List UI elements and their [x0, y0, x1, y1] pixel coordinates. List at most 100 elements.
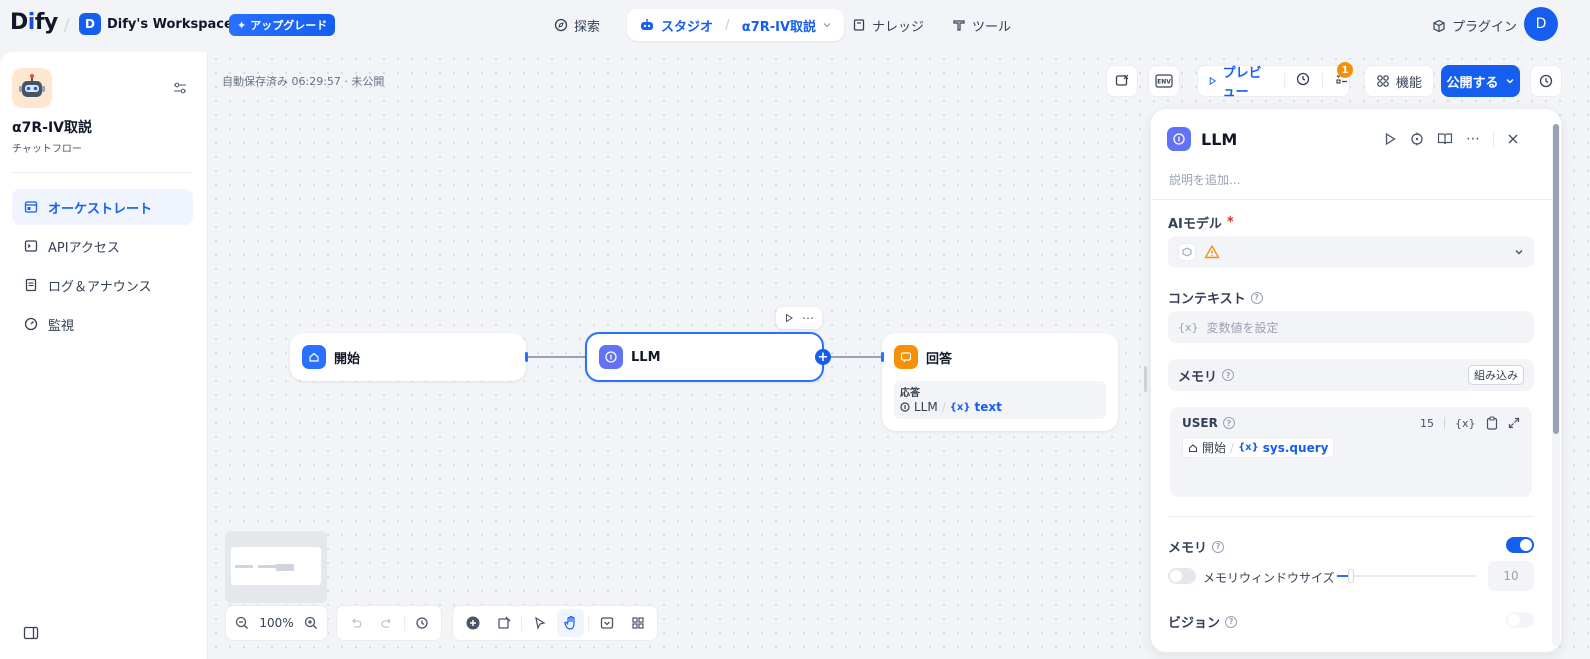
- node-answer[interactable]: 回答 応答 LLM / {x} text: [881, 333, 1118, 431]
- more-icon[interactable]: ⋯: [1466, 132, 1480, 146]
- help-icon[interactable]: ?: [1222, 417, 1235, 429]
- memory-toggle[interactable]: [1506, 537, 1534, 553]
- export-image-button[interactable]: [593, 609, 620, 637]
- play-icon[interactable]: [784, 313, 794, 323]
- minimap[interactable]: [225, 531, 327, 603]
- answer-output-variable[interactable]: LLM / {x} text: [900, 400, 1100, 414]
- answer-output-source: LLM: [914, 400, 938, 414]
- insert-variable-icon[interactable]: {x}: [1455, 417, 1476, 430]
- memory-window-toggle[interactable]: [1168, 568, 1196, 584]
- control-divider: [521, 615, 522, 631]
- minimap-node-llm: [258, 565, 276, 568]
- preview-button[interactable]: プレビュー: [1208, 62, 1270, 100]
- cube-icon: [1433, 19, 1445, 32]
- edge-llm-answer[interactable]: [824, 356, 882, 358]
- more-icon[interactable]: ⋯: [802, 312, 814, 324]
- pointer-mode-button[interactable]: [526, 609, 553, 637]
- help-icon[interactable]: ?: [1225, 615, 1238, 628]
- builtin-toggle-button[interactable]: 組み込み: [1468, 365, 1524, 385]
- app-icon: [12, 68, 52, 108]
- compass-icon: [554, 18, 568, 32]
- panel-resize-handle[interactable]: [1144, 366, 1147, 392]
- zoom-out-button[interactable]: [232, 609, 251, 637]
- sidebar-item-api-access[interactable]: APIアクセス: [12, 228, 193, 264]
- panel-divider: [1151, 199, 1561, 200]
- run-history-button[interactable]: [1296, 72, 1310, 90]
- sidebar-item-logs[interactable]: ログ＆アナウンス: [12, 267, 193, 303]
- close-icon[interactable]: [1507, 133, 1519, 145]
- hand-mode-button[interactable]: [557, 609, 585, 637]
- dify-logo[interactable]: Dify: [10, 10, 58, 35]
- locate-node-icon[interactable]: [1410, 132, 1424, 146]
- help-icon[interactable]: ?: [1222, 369, 1235, 381]
- user-prompt-editor[interactable]: USER ? 15 {x} 開始 / {x} sys.query: [1170, 407, 1532, 497]
- chat-check-icon: [1115, 74, 1129, 86]
- help-icon[interactable]: ?: [1212, 540, 1225, 553]
- sidebar-item-monitoring[interactable]: 監視: [12, 306, 193, 342]
- description-input[interactable]: 説明を追加...: [1169, 171, 1240, 188]
- check-node-button[interactable]: [1106, 65, 1138, 97]
- context-variable-selector[interactable]: {x} 変数値を設定: [1168, 311, 1534, 343]
- zoom-in-button[interactable]: [302, 609, 321, 637]
- help-icon[interactable]: ?: [1250, 291, 1263, 304]
- version-history-button[interactable]: [409, 609, 435, 637]
- grid-layout-icon: [631, 617, 644, 629]
- model-selector[interactable]: [1168, 236, 1534, 268]
- current-app-name[interactable]: α7R-IV取説: [742, 16, 816, 35]
- variable-name: sys.query: [1262, 440, 1329, 455]
- workspace-switcher[interactable]: D Dify's Workspace: [79, 13, 249, 35]
- memory-window-slider[interactable]: [1337, 569, 1477, 583]
- undo-button[interactable]: [343, 609, 369, 637]
- user-avatar[interactable]: D: [1524, 7, 1558, 41]
- organize-nodes-button[interactable]: [624, 609, 651, 637]
- autosave-status: 自動保存済み 06:29:57 · 未公開: [222, 75, 385, 88]
- prompt-variable-chip[interactable]: 開始 / {x} sys.query: [1182, 437, 1335, 458]
- vision-toggle[interactable]: [1506, 612, 1534, 628]
- memory-section-header[interactable]: メモリ ? 組み込み: [1168, 359, 1534, 391]
- slider-thumb[interactable]: [1348, 569, 1354, 583]
- run-node-icon[interactable]: [1383, 132, 1397, 146]
- features-button[interactable]: 機能: [1364, 65, 1434, 97]
- nav-explore[interactable]: 探索: [544, 9, 610, 41]
- node-start[interactable]: 開始: [290, 333, 528, 381]
- upgrade-button[interactable]: ✦ アップグレード: [229, 14, 336, 36]
- publish-button[interactable]: 公開する: [1441, 65, 1520, 97]
- nav-tools[interactable]: ツール: [942, 9, 1021, 41]
- nav-studio[interactable]: スタジオ / α7R-IV取説: [627, 9, 845, 41]
- add-node-plus-icon[interactable]: +: [815, 349, 831, 365]
- workspace-name: Dify's Workspace: [107, 16, 233, 32]
- chevron-down-icon: [823, 23, 831, 28]
- clipboard-icon[interactable]: [1486, 416, 1498, 430]
- node-llm[interactable]: LLM +: [585, 332, 831, 382]
- app-settings-button[interactable]: [172, 80, 188, 100]
- memory-section-label: メモリ: [1178, 369, 1218, 385]
- node-start-output-handle[interactable]: [525, 352, 528, 362]
- user-prompt-actions: 15 {x}: [1420, 416, 1520, 430]
- plugin-button[interactable]: プラグイン: [1432, 16, 1517, 35]
- zoom-level[interactable]: 100%: [255, 616, 297, 630]
- sidebar-item-label: ログ＆アナウンス: [48, 279, 152, 295]
- panel-header: LLM: [1167, 127, 1237, 151]
- collapse-sidebar-button[interactable]: [23, 625, 39, 645]
- header-divider: [1493, 131, 1494, 147]
- panel-scrollbar[interactable]: [1552, 124, 1560, 646]
- workflow-history-button[interactable]: [1530, 65, 1562, 97]
- edge-start-llm[interactable]: [527, 356, 585, 358]
- help-book-icon[interactable]: [1437, 132, 1453, 146]
- add-note-button[interactable]: [490, 609, 517, 637]
- variable-divider: /: [1230, 440, 1235, 455]
- node-answer-input-handle[interactable]: [881, 352, 884, 362]
- env-variables-button[interactable]: ENV: [1148, 65, 1180, 97]
- chat-bubble-icon: [894, 345, 918, 369]
- nav-knowledge[interactable]: ナレッジ: [842, 9, 934, 41]
- expand-icon[interactable]: [1508, 417, 1520, 429]
- minimap-node-answer: [276, 564, 294, 571]
- scrollbar-thumb[interactable]: [1553, 124, 1559, 434]
- context-label: コンテキスト: [1168, 292, 1246, 307]
- memory-window-input[interactable]: 10: [1488, 561, 1534, 591]
- zoom-in-icon: [305, 616, 318, 629]
- add-node-button[interactable]: [459, 609, 486, 637]
- panel-title[interactable]: LLM: [1201, 130, 1237, 149]
- sidebar-item-orchestrate[interactable]: オーケストレート: [12, 189, 193, 225]
- redo-button[interactable]: [373, 609, 399, 637]
